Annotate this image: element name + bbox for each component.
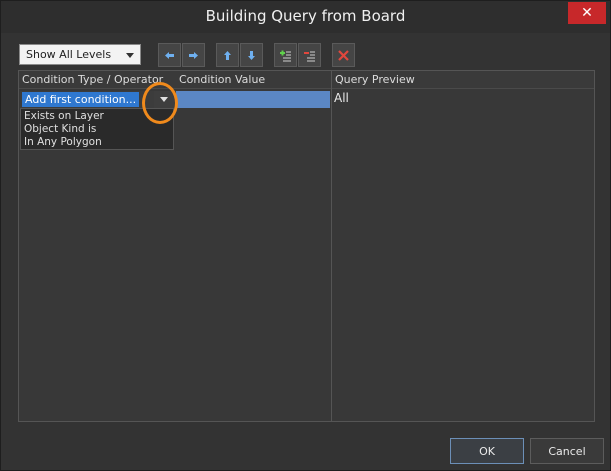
ok-button[interactable]: OK <box>450 438 524 464</box>
move-up-button[interactable] <box>216 43 239 67</box>
levels-dropdown[interactable]: Show All Levels <box>19 44 141 65</box>
highlight-circle <box>142 82 178 124</box>
header-condition-value: Condition Value <box>176 71 331 89</box>
remove-condition-button[interactable] <box>298 43 321 67</box>
column-divider <box>331 71 332 421</box>
add-row-icon <box>280 50 291 61</box>
dialog-title: Building Query from Board <box>205 7 406 25</box>
levels-dropdown-value: Show All Levels <box>26 48 112 61</box>
close-icon: ✕ <box>581 5 593 21</box>
cancel-button[interactable]: Cancel <box>530 438 604 464</box>
condition-value-cell[interactable] <box>176 91 330 108</box>
query-grid: Condition Type / Operator Condition Valu… <box>18 70 595 422</box>
arrow-left-icon <box>165 51 174 59</box>
remove-row-icon <box>304 51 315 61</box>
delete-button[interactable] <box>332 43 355 67</box>
add-condition-button[interactable] <box>274 43 297 67</box>
move-down-button[interactable] <box>240 43 263 67</box>
query-preview-text: All <box>334 91 349 105</box>
move-left-button[interactable] <box>158 43 181 67</box>
building-query-dialog: Building Query from Board ✕ Show All Lev… <box>0 0 611 471</box>
close-button[interactable]: ✕ <box>568 2 606 24</box>
toolbar: Show All Levels <box>19 43 599 67</box>
red-x-icon <box>338 49 349 61</box>
option-object-kind-is[interactable]: Object Kind is <box>24 123 173 136</box>
condition-selection: Add first condition... <box>22 92 140 107</box>
header-query-preview: Query Preview <box>332 71 594 89</box>
chevron-down-icon <box>126 53 134 58</box>
move-right-button[interactable] <box>182 43 205 67</box>
option-in-any-polygon[interactable]: In Any Polygon <box>24 136 173 149</box>
title-bar: Building Query from Board ✕ <box>1 1 610 33</box>
arrow-down-icon <box>248 50 255 60</box>
arrow-up-icon <box>224 50 231 60</box>
arrow-right-icon <box>189 51 198 59</box>
